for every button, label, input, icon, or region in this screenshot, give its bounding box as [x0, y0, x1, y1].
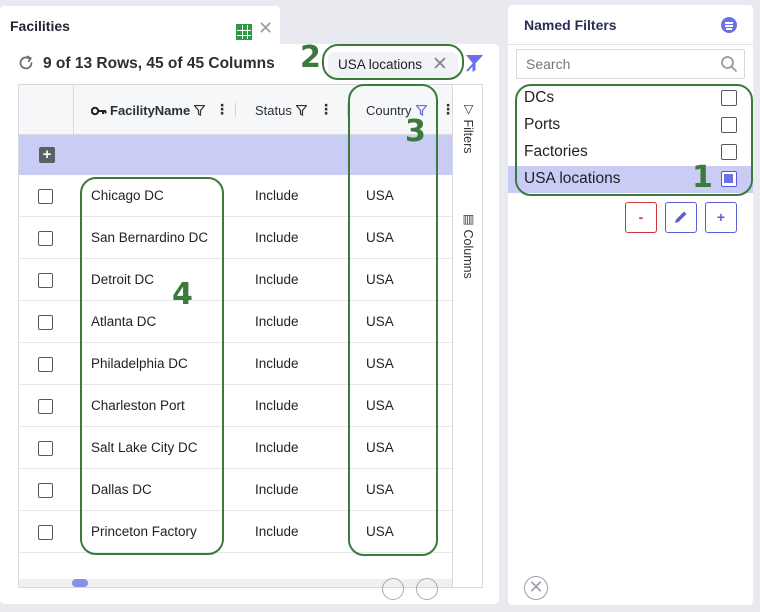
- cell-status: Include: [255, 272, 299, 287]
- annotation-number-1: 1: [692, 160, 713, 195]
- annotation-box-3: [348, 84, 438, 556]
- scrollbar-thumb[interactable]: [72, 579, 88, 587]
- clear-filter-icon[interactable]: [464, 52, 484, 74]
- refresh-icon[interactable]: [17, 54, 35, 72]
- add-row-icon[interactable]: +: [39, 147, 55, 163]
- row-checkbox[interactable]: [38, 273, 53, 288]
- annotation-box-2: [322, 44, 464, 80]
- grid-side-panel: ▽ Filters ▥ Columns: [452, 85, 482, 587]
- row-checkbox[interactable]: [38, 315, 53, 330]
- annotation-number-4: 4: [172, 277, 193, 312]
- column-divider: [235, 103, 236, 117]
- facilities-tab[interactable]: Facilities ✕: [0, 6, 280, 46]
- side-tab-filters-label: Filters: [461, 119, 475, 154]
- row-checkbox[interactable]: [38, 189, 53, 204]
- key-icon: [91, 106, 107, 116]
- named-filters-title: Named Filters: [524, 17, 617, 33]
- column-menu-icon[interactable]: ⋮: [215, 101, 229, 118]
- header-divider: [73, 85, 74, 135]
- picture-in-picture-icon[interactable]: [416, 578, 438, 600]
- close-circle-icon[interactable]: ✕: [524, 576, 548, 600]
- search-icon: [721, 56, 737, 72]
- annotation-number-3: 3: [405, 114, 426, 149]
- cell-status: Include: [255, 314, 299, 329]
- column-menu-icon[interactable]: ⋮: [319, 101, 333, 118]
- side-tab-filters[interactable]: ▽ Filters: [461, 101, 476, 154]
- pencil-icon: [675, 211, 687, 223]
- add-filter-button[interactable]: +: [705, 202, 737, 233]
- filter-icon[interactable]: [295, 105, 307, 116]
- tab-title: Facilities: [10, 18, 70, 34]
- column-label: FacilityName: [110, 103, 191, 118]
- annotation-box-4: [80, 177, 224, 555]
- column-header-status[interactable]: Status: [255, 103, 307, 118]
- remove-filter-button[interactable]: -: [625, 202, 657, 233]
- column-label: Status: [255, 103, 292, 118]
- grid-icon: [236, 24, 252, 40]
- side-tab-columns-label: Columns: [461, 229, 475, 279]
- row-checkbox[interactable]: [38, 357, 53, 372]
- cell-status: Include: [255, 482, 299, 497]
- annotation-number-2: 2: [300, 40, 321, 75]
- side-tab-columns[interactable]: ▥ Columns: [461, 211, 476, 279]
- row-checkbox[interactable]: [38, 525, 53, 540]
- expand-icon[interactable]: [382, 578, 404, 600]
- close-icon[interactable]: ✕: [258, 19, 273, 37]
- named-filters-header: Named Filters: [508, 5, 753, 45]
- filter-icon[interactable]: [194, 105, 206, 116]
- row-checkbox[interactable]: [38, 399, 53, 414]
- cell-status: Include: [255, 356, 299, 371]
- row-checkbox[interactable]: [38, 483, 53, 498]
- edit-filter-button[interactable]: [665, 202, 697, 233]
- cell-status: Include: [255, 440, 299, 455]
- named-filter-search-input[interactable]: [516, 49, 745, 79]
- annotation-box-1: [515, 84, 753, 196]
- cell-status: Include: [255, 230, 299, 245]
- row-checkbox[interactable]: [38, 441, 53, 456]
- cell-status: Include: [255, 188, 299, 203]
- row-count-summary: 9 of 13 Rows, 45 of 45 Columns: [43, 55, 275, 72]
- row-checkbox[interactable]: [38, 231, 53, 246]
- filter-list-menu-icon[interactable]: [721, 17, 737, 33]
- cell-status: Include: [255, 398, 299, 413]
- column-header-facilityname[interactable]: FacilityName: [91, 103, 206, 118]
- cell-status: Include: [255, 524, 299, 539]
